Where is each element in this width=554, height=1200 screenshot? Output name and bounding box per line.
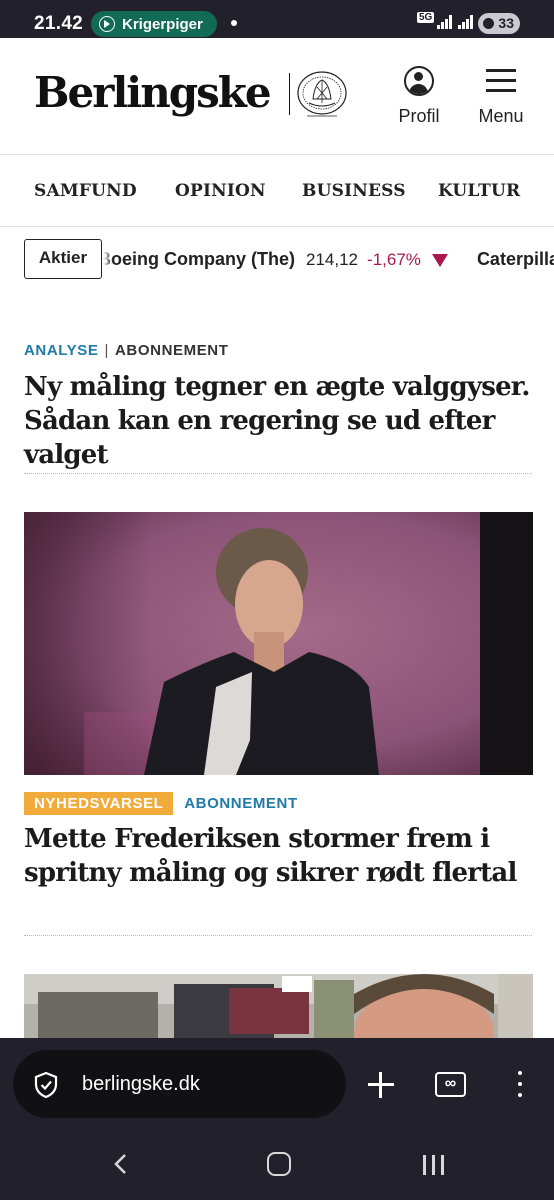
browser-toolbar: berlingske.dk ∞ xyxy=(0,1038,554,1130)
crest-icon xyxy=(297,71,347,117)
signal-icon-2 xyxy=(458,15,474,29)
kicker-separator: | xyxy=(104,342,109,359)
section-business[interactable]: BUSINESS xyxy=(302,181,406,201)
article-photo[interactable] xyxy=(24,974,533,1038)
site-logo[interactable]: Berlingske xyxy=(34,68,272,117)
article-kicker: ANALYSE | ABONNEMENT xyxy=(24,342,229,359)
stocks-button[interactable]: Aktier xyxy=(24,239,102,279)
kicker-subscription: ABONNEMENT xyxy=(184,795,298,812)
article-headline[interactable]: Ny måling tegner en ægte valggyser. Såda… xyxy=(24,370,534,472)
menu-label: Menu xyxy=(478,106,524,126)
hamburger-menu-icon xyxy=(486,69,516,93)
menu-button[interactable]: Menu xyxy=(466,66,536,128)
signal-icon xyxy=(437,15,453,29)
now-playing-pill[interactable]: Krigerpiger xyxy=(91,11,217,37)
profile-icon xyxy=(404,66,434,96)
ticker-track[interactable]: Boeing Company (The) 214,12 -1,67% Cater… xyxy=(98,249,554,270)
divider xyxy=(24,473,532,474)
status-bar: 21.42 Krigerpiger 5G 33 xyxy=(0,0,554,38)
divider xyxy=(24,935,532,936)
kicker-category[interactable]: ANALYSE xyxy=(24,342,99,359)
section-kultur[interactable]: KULTUR xyxy=(438,181,520,201)
battery-icon: 33 xyxy=(478,13,520,34)
article-headline[interactable]: Mette Frederiksen stormer frem i spritny… xyxy=(24,822,534,890)
article-photo-image xyxy=(24,974,533,1038)
now-playing-label: Krigerpiger xyxy=(122,16,203,33)
security-shield-icon xyxy=(34,1071,58,1099)
back-icon[interactable] xyxy=(112,1154,132,1174)
url-text: berlingske.dk xyxy=(82,1073,200,1095)
network-type-icon: 5G xyxy=(417,12,435,23)
site-header: Berlingske Profil Menu xyxy=(0,38,554,155)
section-opinion[interactable]: OPINION xyxy=(175,181,266,201)
address-bar[interactable]: berlingske.dk xyxy=(13,1050,346,1118)
play-icon xyxy=(99,16,115,32)
ticker-stock-value: 214,12 xyxy=(306,250,359,269)
ticker-stock-name: Caterpillar xyxy=(476,249,554,269)
new-tab-icon[interactable] xyxy=(368,1072,394,1098)
news-alert-badge: NYHEDSVARSEL xyxy=(24,792,174,815)
article-photo-image xyxy=(24,512,533,775)
kicker-subscription: ABONNEMENT xyxy=(115,342,229,359)
section-samfund[interactable]: SAMFUND xyxy=(34,181,137,201)
down-arrow-icon xyxy=(431,253,448,267)
tabs-icon[interactable]: ∞ xyxy=(435,1072,466,1097)
article-photo[interactable] xyxy=(24,512,533,775)
profile-label: Profil xyxy=(398,106,440,126)
home-icon[interactable] xyxy=(267,1152,291,1176)
logo-divider xyxy=(289,73,290,115)
stock-ticker: Boeing Company (The) 214,12 -1,67% Cater… xyxy=(0,227,554,291)
ticker-stock-change: -1,67% xyxy=(367,250,421,269)
recent-apps-icon[interactable] xyxy=(421,1155,445,1175)
system-navigation-bar xyxy=(0,1130,554,1200)
notification-dot-icon xyxy=(231,20,237,26)
profile-button[interactable]: Profil xyxy=(384,66,454,128)
ticker-stock-name: Boeing Company (The) xyxy=(98,249,295,269)
article-kicker: NYHEDSVARSEL ABONNEMENT xyxy=(24,792,298,815)
section-nav: SAMFUND OPINION BUSINESS KULTUR xyxy=(0,155,554,227)
clock: 21.42 xyxy=(34,13,84,34)
more-options-icon[interactable] xyxy=(510,1069,530,1099)
